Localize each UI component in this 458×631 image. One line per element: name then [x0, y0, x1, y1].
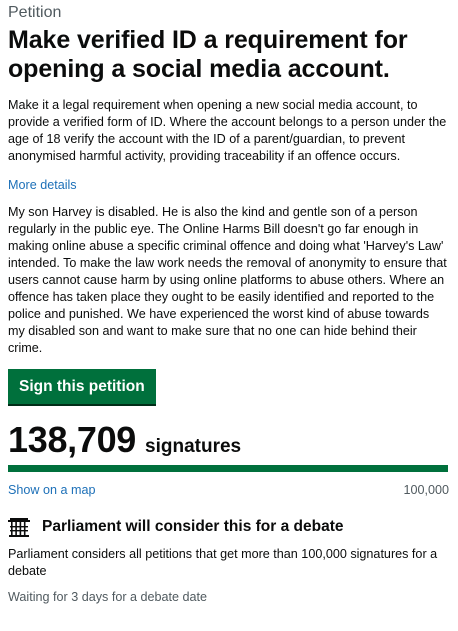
- more-details-link[interactable]: More details: [8, 177, 449, 194]
- portcullis-icon: [8, 518, 30, 537]
- petition-details: My son Harvey is disabled. He is also th…: [8, 205, 447, 355]
- petition-summary: Make it a legal requirement when opening…: [8, 98, 447, 163]
- petition-page: Petition Make verified ID a requirement …: [0, 3, 458, 606]
- debate-heading: Parliament will consider this for a deba…: [8, 517, 449, 537]
- signature-progress-fill: [8, 465, 448, 472]
- sign-petition-button[interactable]: Sign this petition: [8, 369, 156, 404]
- signature-label: signatures: [145, 436, 242, 457]
- signature-threshold: 100,000: [403, 483, 449, 497]
- signature-count: 138,709: [8, 419, 137, 460]
- debate-title: Parliament will consider this for a deba…: [42, 518, 344, 535]
- page-caption: Petition: [8, 4, 62, 21]
- signature-progress-bar: [8, 465, 448, 472]
- petition-title: Make verified ID a requirement for openi…: [8, 26, 408, 83]
- signature-count-row: 138,709 signatures: [8, 421, 449, 459]
- show-on-map-link[interactable]: Show on a map: [8, 482, 96, 499]
- map-row: Show on a map 100,000: [8, 482, 449, 499]
- debate-text: Parliament considers all petitions that …: [8, 547, 438, 578]
- debate-status: Waiting for 3 days for a debate date: [8, 590, 208, 604]
